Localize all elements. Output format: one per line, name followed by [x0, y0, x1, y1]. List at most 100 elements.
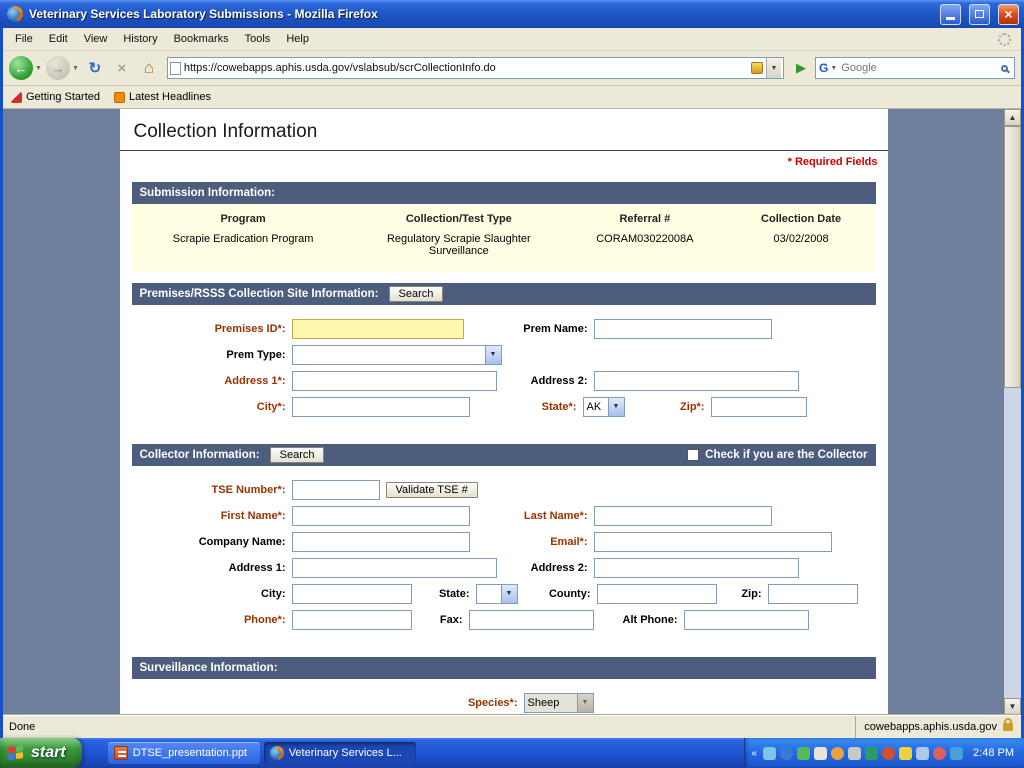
tray-icon[interactable] [933, 747, 946, 760]
alt-phone-input[interactable] [684, 610, 809, 630]
restore-button[interactable] [969, 4, 990, 25]
menu-bookmarks[interactable]: Bookmarks [166, 30, 237, 48]
vertical-scrollbar[interactable]: ▲ ▼ [1004, 109, 1021, 715]
tray-icon[interactable] [950, 747, 963, 760]
url-input[interactable] [184, 59, 748, 77]
firefox-icon [270, 746, 284, 760]
tray-icon[interactable] [831, 747, 844, 760]
search-bar[interactable]: G ▼ [815, 57, 1015, 79]
menu-tools[interactable]: Tools [237, 30, 279, 48]
search-icon[interactable] [1001, 65, 1008, 72]
menu-history[interactable]: History [115, 30, 165, 48]
tray-icon[interactable] [865, 747, 878, 760]
program-value: Scrapie Eradication Program [132, 233, 355, 257]
tray-icon[interactable] [899, 747, 912, 760]
tray-icon[interactable] [814, 747, 827, 760]
company-name-input[interactable] [292, 532, 470, 552]
status-domain: cowebapps.aphis.usda.gov [864, 721, 997, 733]
back-dropdown-icon[interactable]: ▼ [35, 65, 42, 72]
lock-icon[interactable] [1003, 723, 1013, 731]
throbber-icon [998, 33, 1011, 46]
taskbar-item-firefox[interactable]: Veterinary Services L... [264, 742, 416, 764]
home-button[interactable]: ⌂ [137, 56, 161, 80]
scroll-up-button[interactable]: ▲ [1004, 109, 1021, 126]
email-input[interactable] [594, 532, 832, 552]
col-referral: Referral # [563, 213, 727, 225]
search-engine-dropdown-icon[interactable]: ▼ [830, 65, 837, 72]
alt-phone-label: Alt Phone: [594, 614, 684, 626]
fax-label: Fax: [412, 614, 469, 626]
premises-address1-label: Address 1*: [132, 375, 292, 387]
col-collection-date: Collection Date [727, 213, 876, 225]
firefox-icon [7, 6, 23, 22]
tray-collapse-icon[interactable]: « [751, 748, 759, 759]
menu-view[interactable]: View [76, 30, 116, 48]
collector-zip-input[interactable] [768, 584, 858, 604]
submission-section: Submission Information: Program Collecti… [132, 182, 876, 271]
premises-id-input[interactable] [292, 319, 464, 339]
tray-icon[interactable] [763, 747, 776, 760]
validate-tse-button[interactable]: Validate TSE # [386, 482, 478, 498]
close-button[interactable]: × [998, 4, 1019, 25]
tray-icon[interactable] [797, 747, 810, 760]
collector-form: TSE Number*: Validate TSE # First Name*:… [132, 466, 876, 645]
scrollbar-thumb[interactable] [1004, 126, 1021, 388]
stop-button[interactable]: × [110, 56, 134, 80]
forward-dropdown-icon[interactable]: ▼ [72, 65, 79, 72]
search-input[interactable] [841, 62, 998, 74]
minimize-button[interactable] [940, 4, 961, 25]
bookmark-getting-started[interactable]: Getting Started [11, 91, 100, 103]
fax-input[interactable] [469, 610, 594, 630]
menu-edit[interactable]: Edit [41, 30, 76, 48]
premises-address1-input[interactable] [292, 371, 497, 391]
tray-icon[interactable] [848, 747, 861, 760]
start-button[interactable]: start [0, 738, 82, 768]
taskbar-item-powerpoint[interactable]: DTSE_presentation.ppt [108, 742, 260, 764]
menu-bar: File Edit View History Bookmarks Tools H… [3, 28, 1021, 51]
go-button[interactable]: ▶ [790, 57, 812, 79]
premises-search-button[interactable]: Search [389, 286, 444, 302]
tray-icon[interactable] [882, 747, 895, 760]
premises-state-select[interactable]: AK▼ [583, 397, 625, 417]
bookmark-latest-headlines[interactable]: Latest Headlines [114, 91, 211, 103]
back-button[interactable]: ← [9, 56, 33, 80]
company-name-label: Company Name: [132, 536, 292, 548]
menu-help[interactable]: Help [278, 30, 317, 48]
phone-input[interactable] [292, 610, 412, 630]
tse-number-input[interactable] [292, 480, 380, 500]
url-bar[interactable]: ▼ [167, 57, 784, 79]
navigation-toolbar: ← ▼ → ▼ ↻ × ⌂ ▼ ▶ G ▼ [3, 51, 1021, 86]
menu-file[interactable]: File [7, 30, 41, 48]
premises-zip-input[interactable] [711, 397, 807, 417]
search-engine-icon[interactable]: G [819, 61, 828, 75]
first-name-input[interactable] [292, 506, 470, 526]
submission-row: Scrapie Eradication Program Regulatory S… [132, 231, 876, 263]
window-titlebar[interactable]: Veterinary Services Laboratory Submissio… [0, 0, 1024, 28]
last-name-input[interactable] [594, 506, 772, 526]
collector-search-button[interactable]: Search [270, 447, 325, 463]
premises-city-input[interactable] [292, 397, 470, 417]
prem-name-input[interactable] [594, 319, 772, 339]
taskbar: start DTSE_presentation.ppt Veterinary S… [0, 738, 1024, 768]
collector-address2-input[interactable] [594, 558, 799, 578]
collector-address1-input[interactable] [292, 558, 497, 578]
collector-state-select[interactable]: ▼ [476, 584, 518, 604]
is-collector-checkbox[interactable] [687, 449, 699, 461]
collector-section: Collector Information: Search Check if y… [132, 444, 876, 645]
scrollbar-track[interactable] [1004, 388, 1021, 698]
tray-icon[interactable] [916, 747, 929, 760]
premises-city-label: City*: [132, 401, 292, 413]
collection-date-value: 03/02/2008 [727, 233, 876, 257]
url-history-dropdown[interactable]: ▼ [766, 58, 781, 78]
tray-icon[interactable] [780, 747, 793, 760]
collector-city-input[interactable] [292, 584, 412, 604]
reload-button[interactable]: ↻ [83, 56, 107, 80]
species-select[interactable]: Sheep▼ [524, 693, 594, 713]
prem-type-select[interactable]: ▼ [292, 345, 502, 365]
collector-county-input[interactable] [597, 584, 717, 604]
forward-button[interactable]: → [46, 56, 70, 80]
site-identity-icon[interactable] [751, 62, 763, 74]
premises-address2-input[interactable] [594, 371, 799, 391]
scroll-down-button[interactable]: ▼ [1004, 698, 1021, 715]
form-row: Premises ID*: Prem Name: [132, 318, 876, 339]
